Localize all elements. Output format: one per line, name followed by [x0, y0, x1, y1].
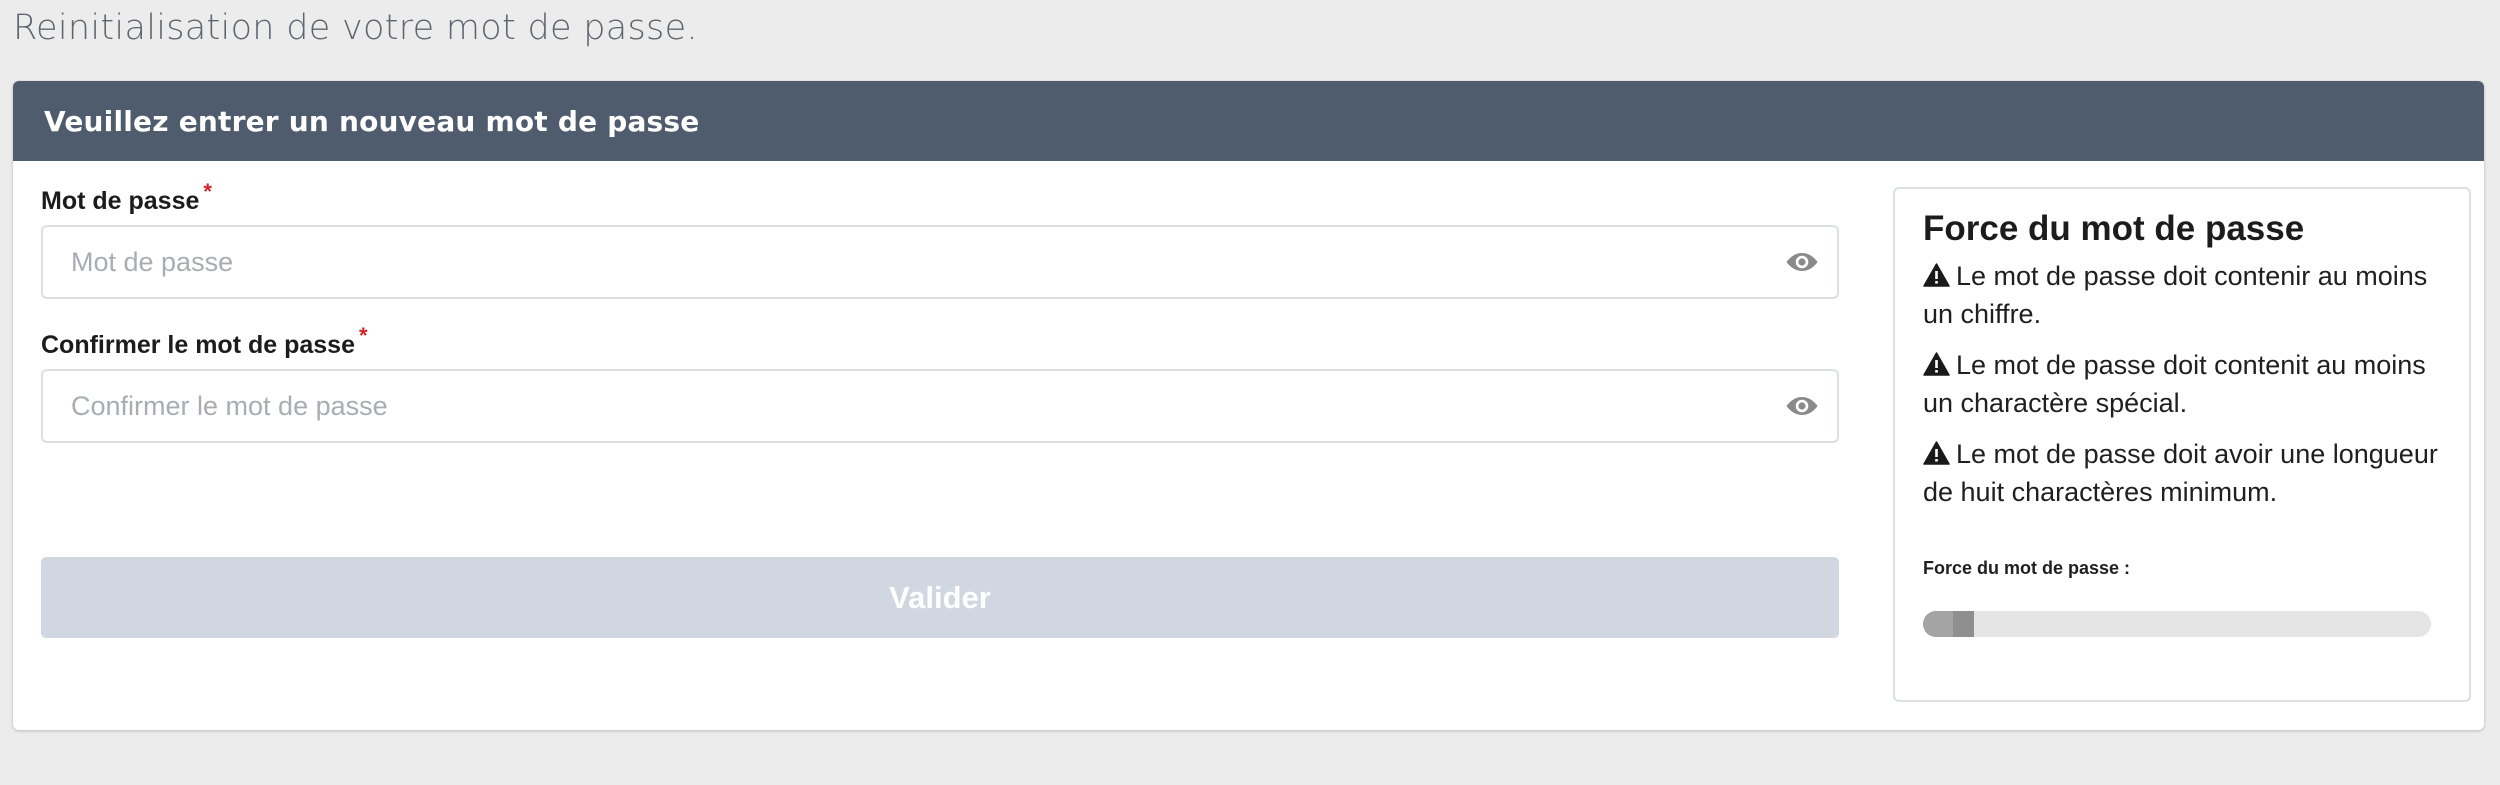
password-label-text: Mot de passe — [41, 187, 200, 215]
password-input[interactable] — [43, 227, 1837, 297]
card-header-title: Veuillez entrer un nouveau mot de passe — [44, 104, 700, 138]
strength-rule: Le mot de passe doit avoir une longueur … — [1923, 435, 2453, 511]
strength-meter — [1923, 611, 2431, 637]
password-label: Mot de passe * — [41, 179, 212, 216]
card-header: Veuillez entrer un nouveau mot de passe — [13, 81, 2484, 161]
strength-rule: Le mot de passe doit contenir au moins u… — [1923, 257, 2453, 333]
strength-rule-text: Le mot de passe doit contenir au moins u… — [1923, 261, 2428, 329]
required-asterisk: * — [203, 179, 212, 204]
confirm-password-label: Confirmer le mot de passe * — [41, 323, 368, 360]
password-field — [41, 225, 1839, 299]
submit-button[interactable]: Valider — [41, 557, 1839, 638]
confirm-password-input[interactable] — [43, 371, 1837, 441]
required-asterisk: * — [358, 323, 368, 348]
page-title: Reinitialisation de votre mot de passe. — [13, 8, 698, 48]
reset-password-card: Veuillez entrer un nouveau mot de passe … — [13, 81, 2484, 730]
confirm-password-field — [41, 369, 1839, 443]
warning-icon — [1923, 263, 1950, 287]
strength-rule: Le mot de passe doit contenit au moins u… — [1923, 346, 2453, 422]
warning-icon — [1923, 441, 1950, 465]
eye-icon[interactable] — [1785, 394, 1819, 418]
strength-rule-text: Le mot de passe doit avoir une longueur … — [1923, 439, 2438, 507]
strength-title: Force du mot de passe — [1923, 209, 2305, 248]
password-strength-panel: Force du mot de passe Le mot de passe do… — [1893, 187, 2471, 702]
warning-icon — [1923, 352, 1950, 376]
strength-meter-label: Force du mot de passe : — [1923, 558, 2131, 578]
strength-rule-text: Le mot de passe doit contenit au moins u… — [1923, 350, 2426, 418]
confirm-password-label-text: Confirmer le mot de passe — [41, 331, 355, 359]
strength-meter-fill — [1923, 611, 1974, 637]
eye-icon[interactable] — [1785, 250, 1819, 274]
